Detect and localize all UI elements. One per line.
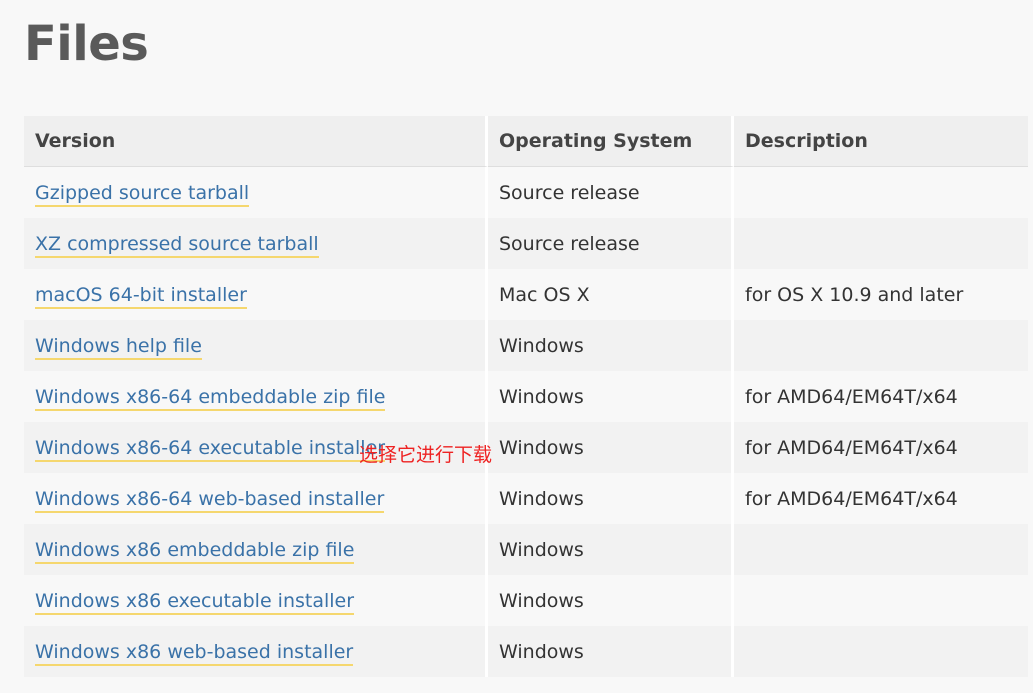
table-row: Gzipped source tarball Source release — [24, 167, 1028, 218]
os-cell: Windows — [488, 575, 734, 626]
table-header-row: Version Operating System Description — [24, 116, 1028, 167]
description-cell: for AMD64/EM64T/x64 — [734, 371, 1028, 422]
description-cell: for AMD64/EM64T/x64 — [734, 422, 1028, 473]
file-link-win-x86-64-web-installer[interactable]: Windows x86-64 web-based installer — [35, 487, 385, 513]
table-row: Windows x86 executable installer Windows — [24, 575, 1028, 626]
file-link-xz-source-tarball[interactable]: XZ compressed source tarball — [35, 232, 319, 258]
os-cell: Windows — [488, 473, 734, 524]
file-link-win-x86-embeddable-zip[interactable]: Windows x86 embeddable zip file — [35, 538, 355, 564]
file-link-macos-64bit-installer[interactable]: macOS 64-bit installer — [35, 283, 247, 309]
file-link-win-x86-web-installer[interactable]: Windows x86 web-based installer — [35, 640, 354, 666]
page-title: Files — [24, 16, 149, 72]
table-row: Windows x86-64 executable installer Wind… — [24, 422, 1028, 473]
table-row: Windows x86 web-based installer Windows — [24, 626, 1028, 677]
header-operating-system: Operating System — [488, 116, 734, 167]
description-cell: for OS X 10.9 and later — [734, 269, 1028, 320]
file-link-win-x86-executable-installer[interactable]: Windows x86 executable installer — [35, 589, 355, 615]
file-link-win-x86-64-embeddable-zip[interactable]: Windows x86-64 embeddable zip file — [35, 385, 386, 411]
files-table: Version Operating System Description Gzi… — [24, 116, 1028, 677]
description-cell — [734, 575, 1028, 626]
description-cell: for AMD64/EM64T/x64 — [734, 473, 1028, 524]
description-cell — [734, 320, 1028, 371]
header-version: Version — [24, 116, 488, 167]
table-row: XZ compressed source tarball Source rele… — [24, 218, 1028, 269]
os-cell: Source release — [488, 218, 734, 269]
table-row: Windows x86 embeddable zip file Windows — [24, 524, 1028, 575]
file-link-win-x86-64-executable-installer[interactable]: Windows x86-64 executable installer — [35, 436, 386, 462]
os-cell: Source release — [488, 167, 734, 218]
os-cell: Windows — [488, 371, 734, 422]
description-cell — [734, 626, 1028, 677]
file-link-windows-help-file[interactable]: Windows help file — [35, 334, 202, 360]
download-annotation: 选择它进行下载 — [359, 444, 493, 466]
os-cell: Windows — [488, 626, 734, 677]
description-cell — [734, 524, 1028, 575]
os-cell: Windows — [488, 422, 734, 473]
description-cell — [734, 167, 1028, 218]
table-row: Windows x86-64 embeddable zip file Windo… — [24, 371, 1028, 422]
os-cell: Mac OS X — [488, 269, 734, 320]
file-link-gzipped-source-tarball[interactable]: Gzipped source tarball — [35, 181, 250, 207]
table-row: Windows help file Windows — [24, 320, 1028, 371]
os-cell: Windows — [488, 524, 734, 575]
description-cell — [734, 218, 1028, 269]
table-row: macOS 64-bit installer Mac OS X for OS X… — [24, 269, 1028, 320]
header-description: Description — [734, 116, 1028, 167]
os-cell: Windows — [488, 320, 734, 371]
table-row: Windows x86-64 web-based installer Windo… — [24, 473, 1028, 524]
